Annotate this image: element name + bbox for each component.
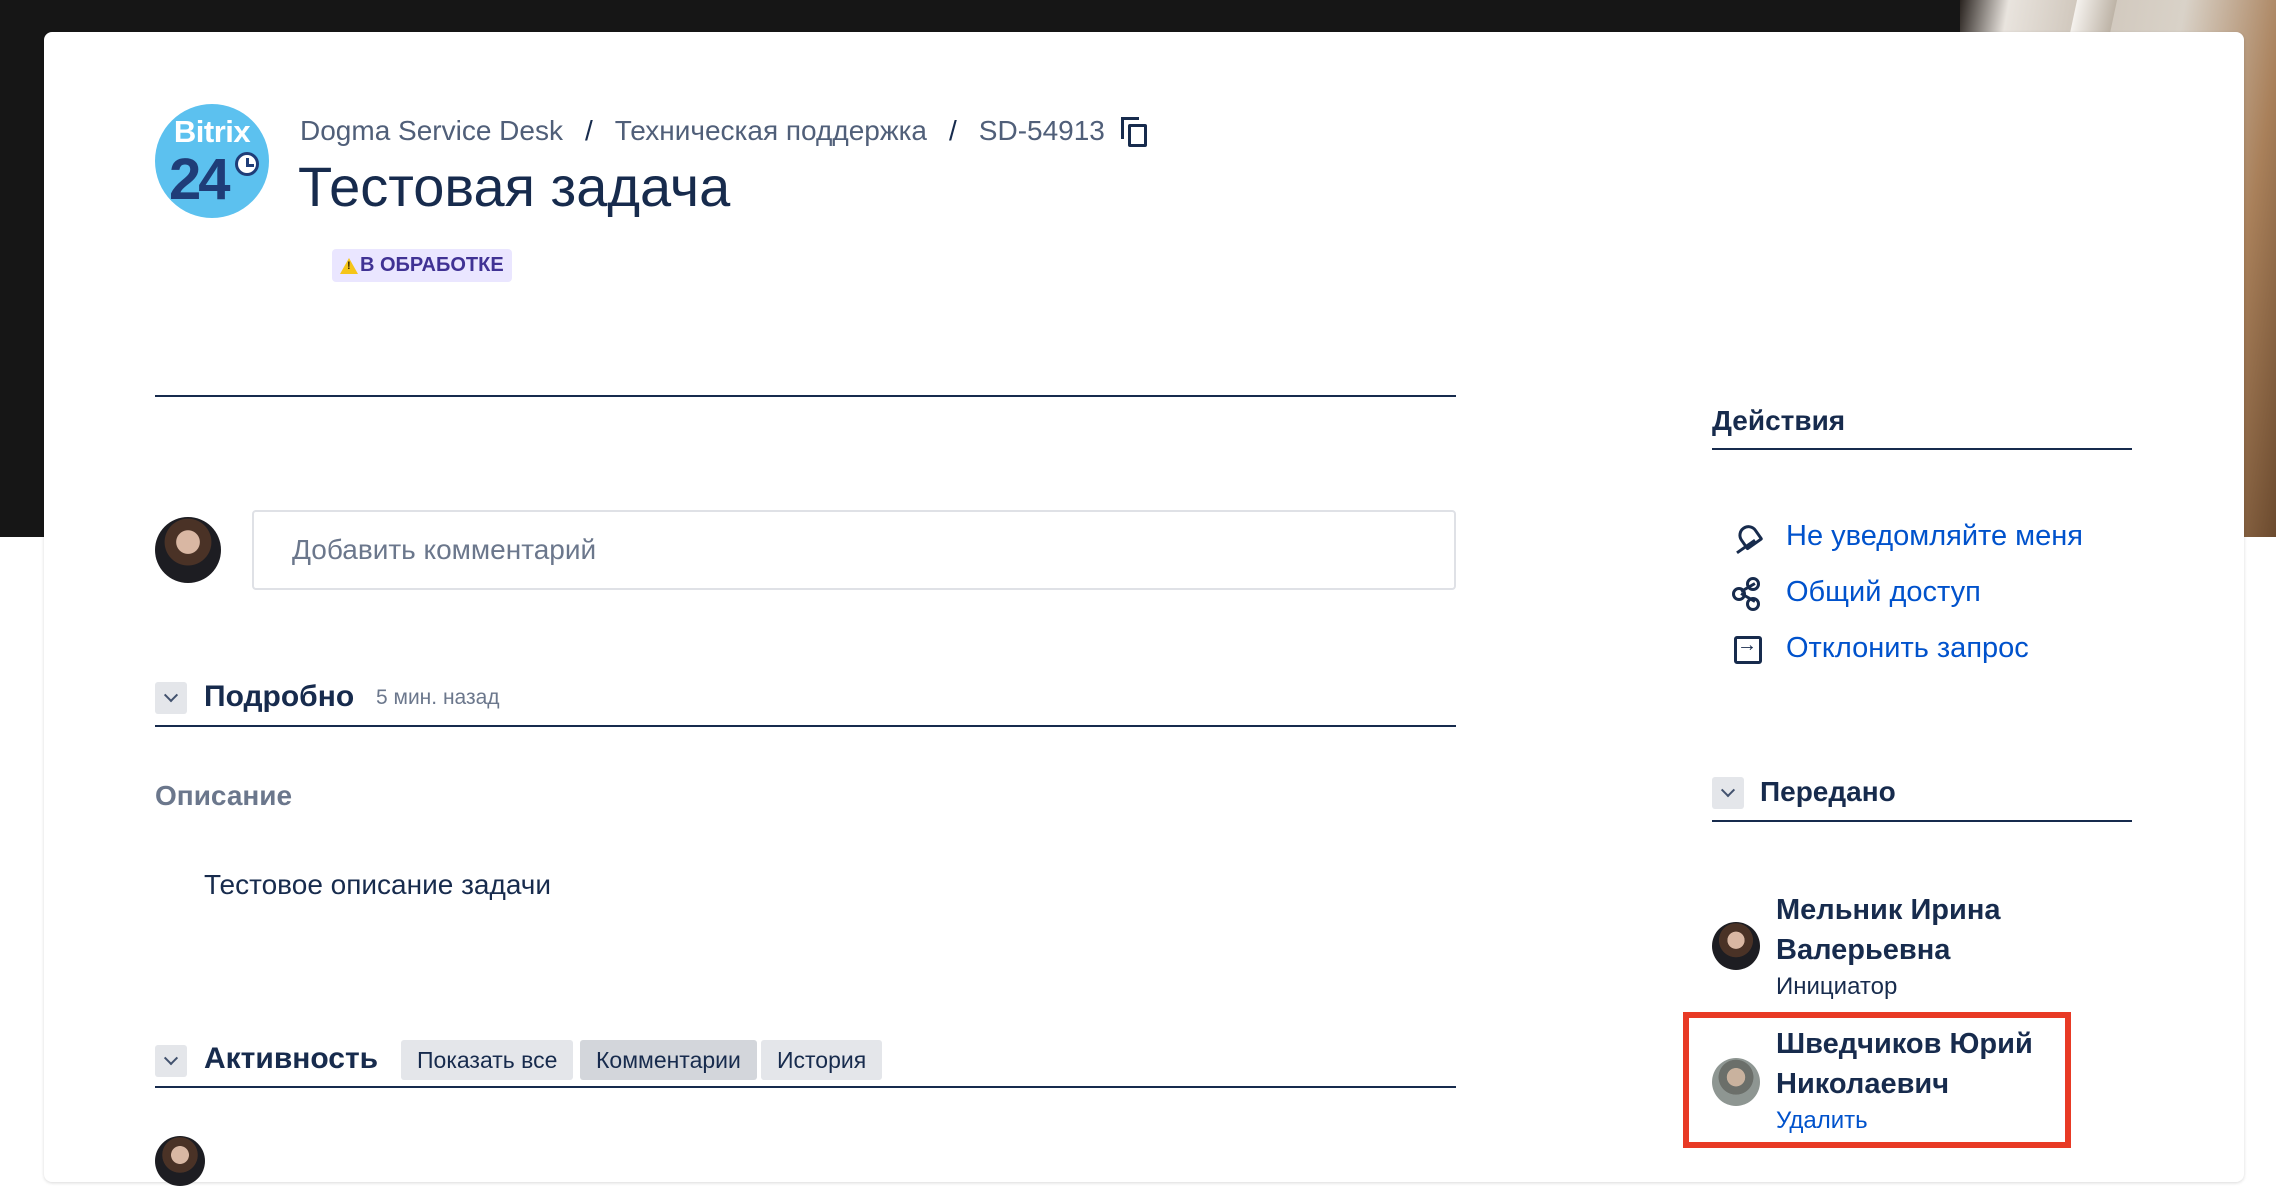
breadcrumb-separator: / <box>949 115 957 146</box>
activity-heading: Активность <box>204 1042 379 1075</box>
person-avatar <box>1712 922 1760 970</box>
action-reject-request[interactable]: Отклонить запрос <box>1732 628 2029 668</box>
breadcrumb: Dogma Service Desk / Техническая поддерж… <box>300 112 1147 150</box>
details-divider <box>155 725 1456 727</box>
action-label: Отклонить запрос <box>1786 631 2029 664</box>
description-text: Тестовое описание задачи <box>204 869 552 900</box>
status-badge: В ОБРАБОТКЕ <box>332 249 512 282</box>
reject-icon <box>1732 633 1762 664</box>
person-role: Инициатор <box>1776 973 1898 1000</box>
activity-author-avatar <box>155 1136 205 1186</box>
person-name[interactable]: Мельник Ирина Валерьевна <box>1776 890 2000 970</box>
shared-toggle[interactable] <box>1712 777 1744 809</box>
highlight-box <box>1683 1012 2071 1148</box>
current-user-avatar <box>155 517 221 583</box>
filter-comments[interactable]: Комментарии <box>580 1040 757 1080</box>
logo-text-bottom: 24 <box>169 147 230 212</box>
breadcrumb-project[interactable]: Dogma Service Desk <box>300 115 563 147</box>
details-updated-time: 5 мин. назад <box>376 686 500 709</box>
logo-text-top: Bitrix <box>173 114 251 149</box>
breadcrumb-separator: / <box>584 115 593 146</box>
status-label: В ОБРАБОТКЕ <box>360 254 504 276</box>
page-title: Тестовая задача <box>298 155 731 218</box>
shared-heading: Передано <box>1760 776 1896 807</box>
action-label: Общий доступ <box>1786 575 1981 608</box>
comment-input[interactable] <box>252 510 1456 590</box>
description-label: Описание <box>155 780 293 811</box>
activity-toggle[interactable] <box>155 1045 187 1077</box>
action-label: Не уведомляйте меня <box>1786 519 2083 552</box>
copy-icon[interactable] <box>1120 117 1147 147</box>
chevron-down-icon <box>163 688 179 703</box>
person-name-line: Валерьевна <box>1776 934 1951 966</box>
clock-icon <box>235 152 259 176</box>
person-name-line: Мельник Ирина <box>1776 894 2001 926</box>
action-share[interactable]: Общий доступ <box>1732 572 1981 612</box>
chevron-down-icon <box>163 1051 179 1066</box>
actions-divider <box>1712 448 2132 450</box>
details-heading: Подробно <box>204 680 355 713</box>
header-divider <box>155 395 1456 397</box>
breadcrumb-issue-key[interactable]: SD-54913 <box>979 115 1105 147</box>
details-toggle[interactable] <box>155 682 187 714</box>
filter-history[interactable]: История <box>761 1040 883 1080</box>
activity-divider <box>155 1086 1456 1088</box>
actions-heading: Действия <box>1712 405 1846 436</box>
shared-divider <box>1712 820 2132 822</box>
chevron-down-icon <box>1720 783 1736 798</box>
filter-show-all[interactable]: Показать все <box>401 1040 574 1080</box>
bell-off-icon <box>1732 521 1762 551</box>
bitrix24-logo: Bitrix 24 <box>155 104 269 218</box>
breadcrumb-queue[interactable]: Техническая поддержка <box>615 115 927 147</box>
warning-icon <box>340 257 358 274</box>
action-mute-notifications[interactable]: Не уведомляйте меня <box>1732 516 2083 556</box>
share-icon <box>1732 577 1762 611</box>
